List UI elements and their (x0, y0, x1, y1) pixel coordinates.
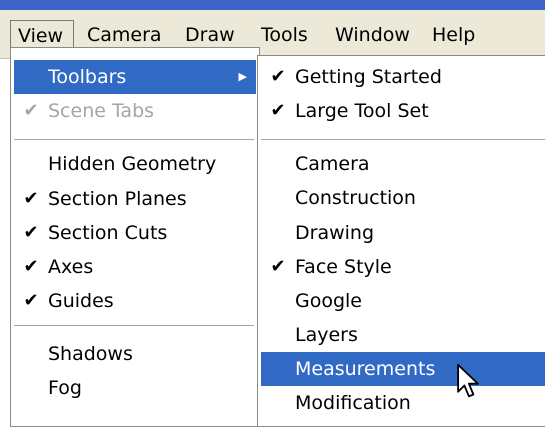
toolbar-item-getting-started[interactable]: ✔ Getting Started (261, 60, 545, 94)
menu-item-label: Fog (48, 377, 82, 399)
menu-item-label: Construction (295, 187, 416, 209)
toolbar-item-face-style[interactable]: ✔ Face Style (261, 250, 545, 284)
menu-item-label: Google (295, 290, 363, 312)
checkmark-icon: ✔ (270, 256, 286, 277)
menu-tools[interactable]: Tools (261, 20, 308, 50)
menu-item-label: Toolbars (48, 66, 127, 88)
menu-window[interactable]: Window (335, 20, 410, 50)
menu-separator (261, 139, 545, 141)
toolbar-item-camera[interactable]: Camera (261, 147, 545, 181)
menu-item-label: Measurements (295, 358, 436, 380)
checkmark-icon: ✔ (23, 100, 39, 121)
window-title-bar-edge (0, 0, 545, 10)
view-menu-item-axes[interactable]: ✔ Axes (14, 250, 256, 284)
toolbar-item-construction[interactable]: Construction (261, 181, 545, 215)
view-menu-item-hidden-geometry[interactable]: Hidden Geometry (14, 147, 256, 181)
view-menu-item-section-cuts[interactable]: ✔ Section Cuts (14, 216, 256, 250)
menu-item-label: Hidden Geometry (48, 153, 217, 175)
menu-item-label: Drawing (295, 222, 375, 244)
checkmark-icon: ✔ (23, 222, 39, 243)
menu-help[interactable]: Help (432, 20, 475, 50)
toolbar-item-drawing[interactable]: Drawing (261, 216, 545, 250)
toolbar-item-large-tool-set[interactable]: ✔ Large Tool Set (261, 94, 545, 128)
mouse-pointer-icon (457, 363, 479, 398)
view-menu-item-shadows[interactable]: Shadows (14, 337, 256, 371)
view-menu-item-fog[interactable]: Fog (14, 371, 256, 405)
menu-item-label: Shadows (48, 343, 133, 365)
view-menu-item-guides[interactable]: ✔ Guides (14, 284, 256, 318)
menu-camera[interactable]: Camera (87, 20, 162, 50)
submenu-arrow-icon: ▶ (238, 70, 247, 83)
menu-item-label: Large Tool Set (295, 100, 429, 122)
menu-item-label: Face Style (295, 256, 392, 278)
checkmark-icon: ✔ (23, 188, 39, 209)
checkmark-icon: ✔ (270, 66, 286, 87)
menu-separator (14, 325, 254, 327)
menu-item-label: Section Cuts (48, 222, 168, 244)
menu-separator (14, 139, 254, 141)
toolbar-item-measurements[interactable]: Measurements (261, 352, 545, 386)
menu-item-label: Axes (48, 256, 94, 278)
menu-item-label: Getting Started (295, 66, 442, 88)
menu-item-label: Section Planes (48, 188, 187, 210)
view-menu-item-section-planes[interactable]: ✔ Section Planes (14, 182, 256, 216)
menu-item-label: Layers (295, 324, 358, 346)
menu-item-label: Camera (295, 153, 370, 175)
menu-item-label: Guides (48, 290, 114, 312)
toolbars-submenu: ✔ Getting Started ✔ Large Tool Set Camer… (257, 55, 545, 427)
view-menu-item-toolbars[interactable]: Toolbars ▶ (14, 60, 256, 94)
toolbar-item-layers[interactable]: Layers (261, 318, 545, 352)
view-menu-item-scene-tabs[interactable]: ✔ Scene Tabs (14, 94, 256, 128)
toolbar-item-google[interactable]: Google (261, 284, 545, 318)
menu-draw[interactable]: Draw (185, 20, 235, 50)
checkmark-icon: ✔ (270, 100, 286, 121)
checkmark-icon: ✔ (23, 290, 39, 311)
view-menu: Toolbars ▶ ✔ Scene Tabs Hidden Geometry … (10, 47, 260, 427)
checkmark-icon: ✔ (23, 256, 39, 277)
menu-item-label: Scene Tabs (48, 100, 155, 122)
